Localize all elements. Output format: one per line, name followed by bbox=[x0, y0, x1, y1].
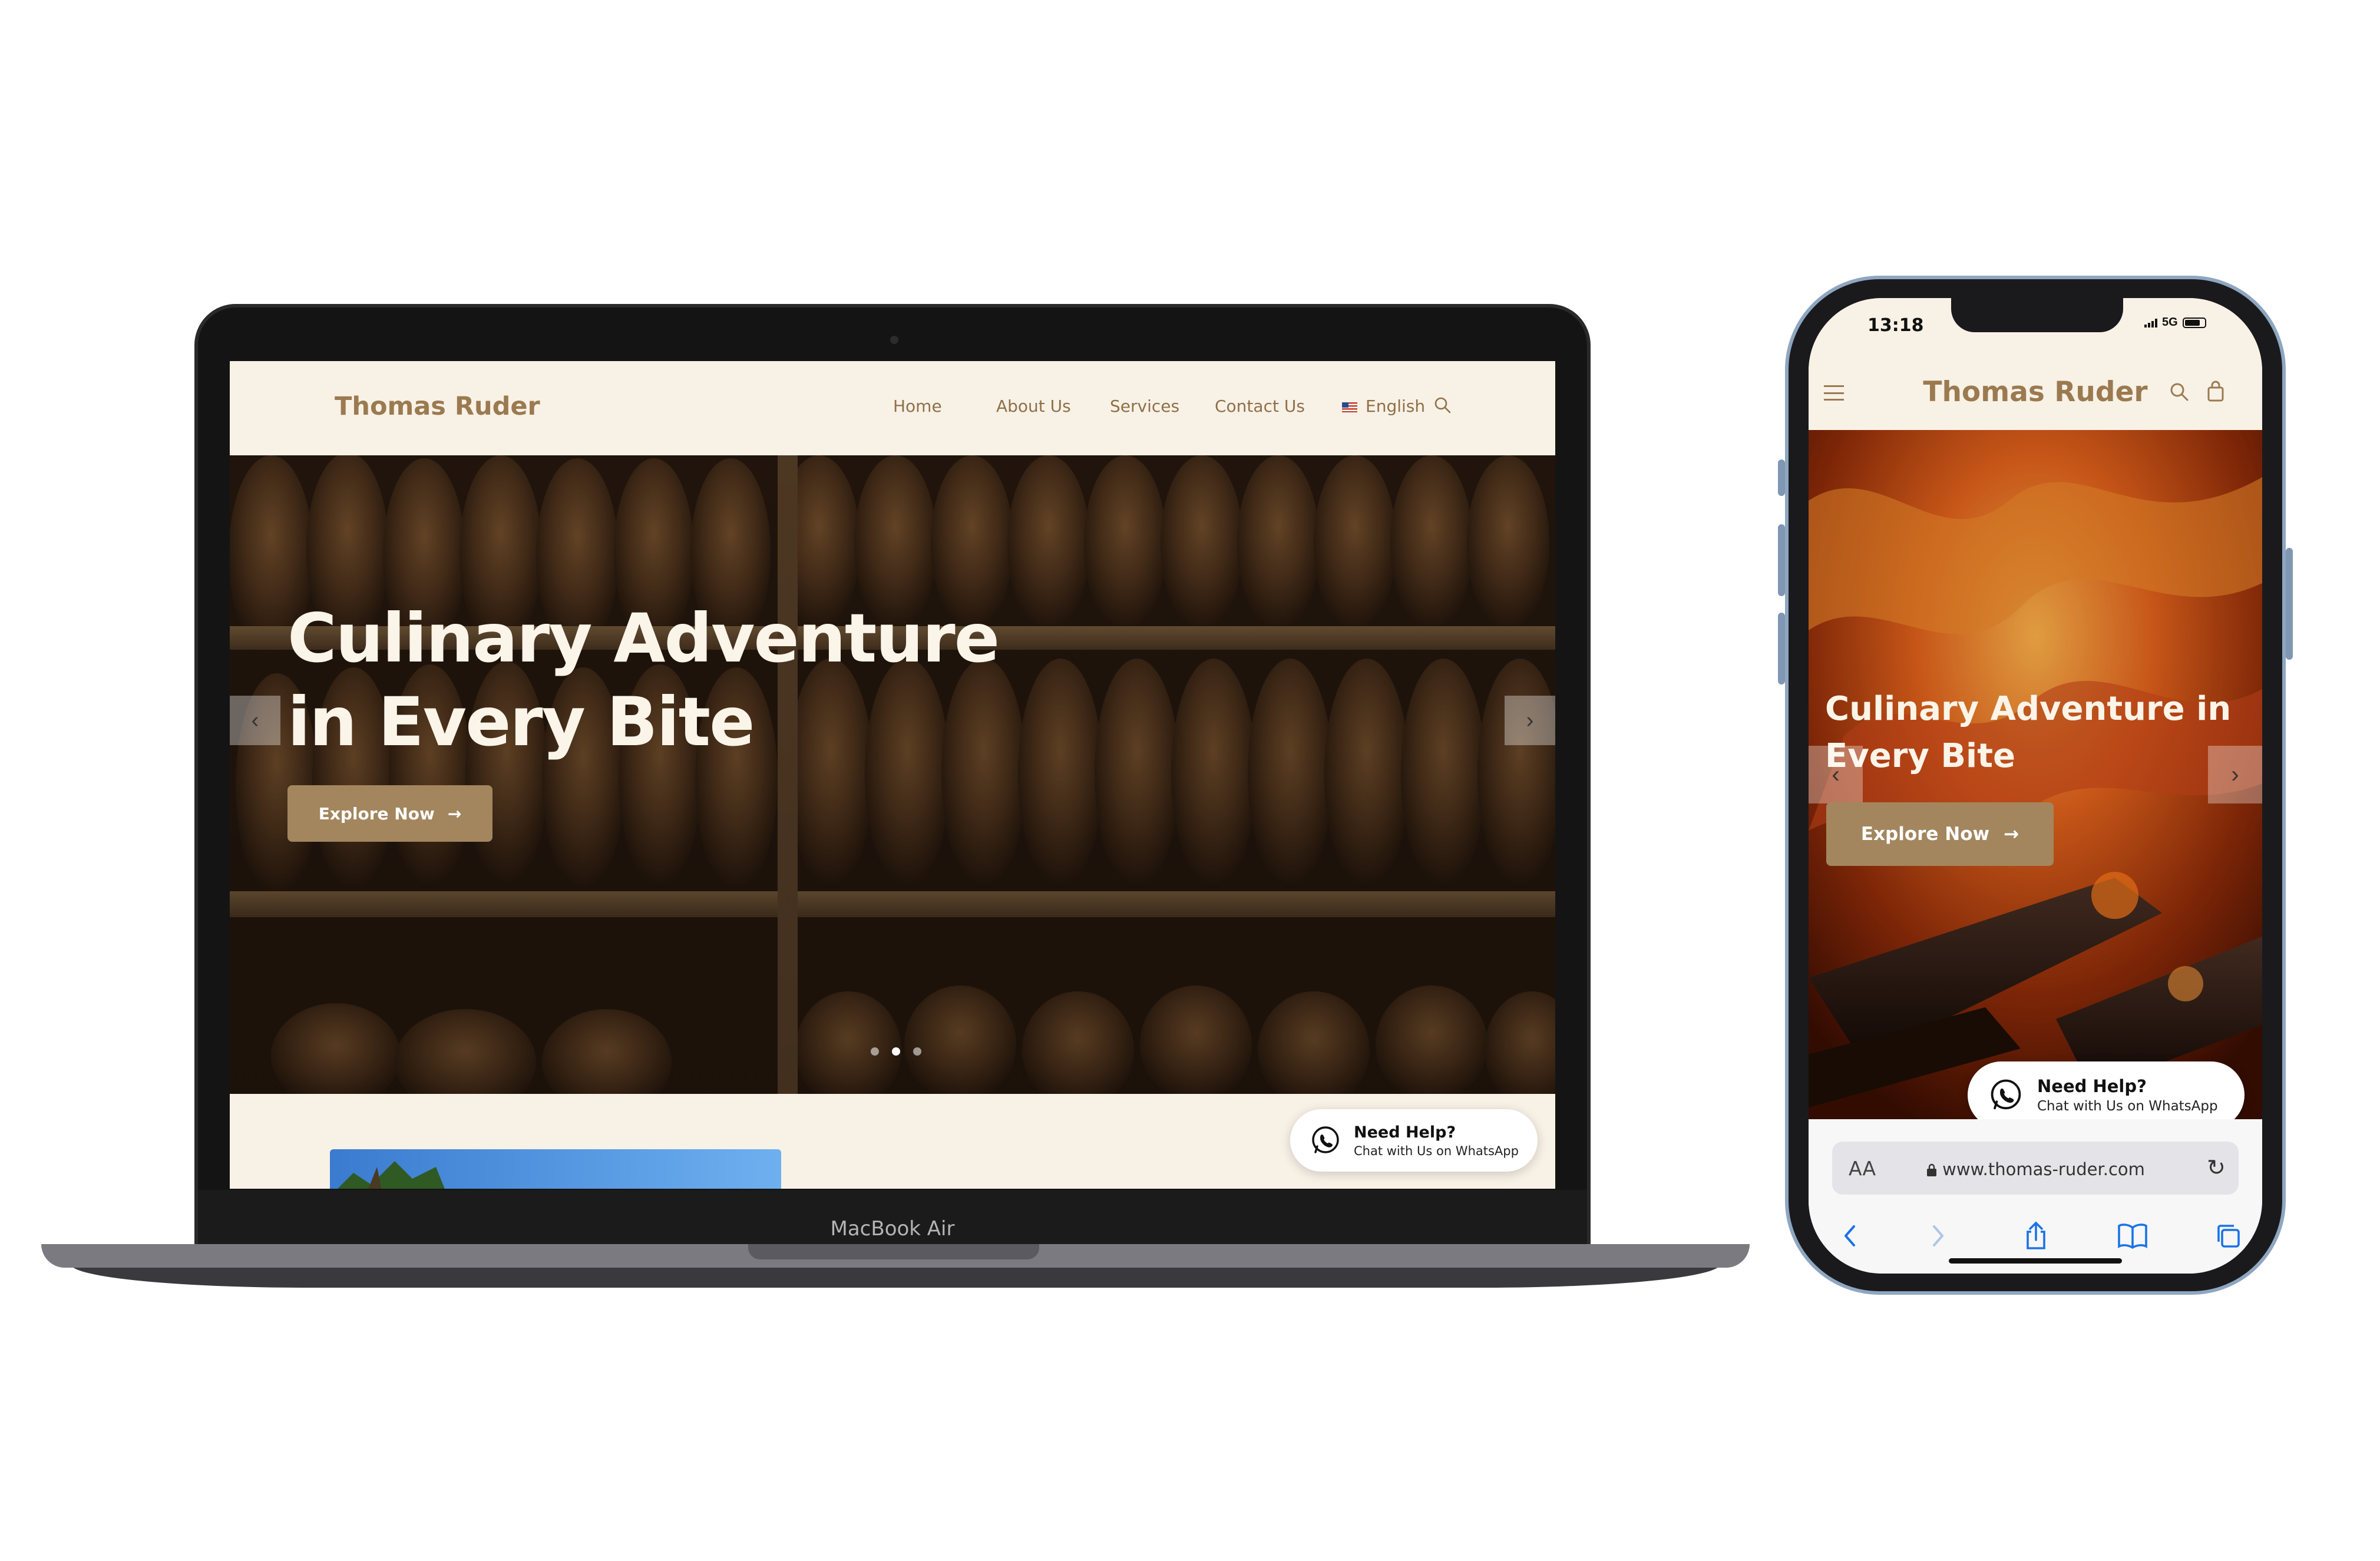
phone-mute-switch bbox=[1778, 459, 1785, 496]
laptop-camera bbox=[890, 336, 898, 344]
battery-icon bbox=[2182, 317, 2206, 328]
lock-icon bbox=[1927, 1163, 1937, 1176]
safari-bottom-toolbar bbox=[1809, 1218, 2262, 1254]
content-card-image bbox=[330, 1149, 781, 1189]
signal-icon bbox=[2144, 318, 2157, 328]
mobile-site-logo[interactable]: Thomas Ruder bbox=[1809, 376, 2262, 408]
reload-icon[interactable]: ↻ bbox=[2207, 1155, 2226, 1181]
laptop-base-shadow bbox=[71, 1264, 1720, 1288]
mobile-help-text: Need Help? Chat with Us on WhatsApp bbox=[2037, 1076, 2218, 1114]
whatsapp-help-widget[interactable]: Need Help? Chat with Us on WhatsApp bbox=[1290, 1109, 1538, 1172]
help-text: Need Help? Chat with Us on WhatsApp bbox=[1354, 1123, 1519, 1158]
url-display: www.thomas-ruder.com bbox=[1832, 1159, 2239, 1179]
whatsapp-icon bbox=[1312, 1126, 1339, 1153]
slider-dot-2[interactable] bbox=[892, 1047, 900, 1056]
chevron-right-icon: › bbox=[1526, 707, 1534, 733]
whatsapp-icon bbox=[1991, 1079, 2021, 1110]
hero-overlay bbox=[230, 455, 1555, 1094]
slider-dot-3[interactable] bbox=[913, 1047, 921, 1056]
laptop-screen: Thomas Ruder Home About Us Services Cont… bbox=[230, 361, 1555, 1189]
arrow-right-icon: → bbox=[2004, 824, 2019, 845]
network-label: 5G bbox=[2162, 316, 2178, 329]
laptop-model-label: MacBook Air bbox=[830, 1217, 955, 1241]
mobile-slider-prev-button[interactable]: ‹ bbox=[1809, 746, 1863, 803]
back-icon[interactable] bbox=[1832, 1218, 1867, 1254]
mobile-hero-title-line2: Every Bite bbox=[1825, 737, 2015, 775]
bookmarks-icon[interactable] bbox=[2115, 1218, 2150, 1254]
mobile-hero-title: Culinary Adventure in Every Bite bbox=[1825, 686, 2249, 780]
search-icon[interactable] bbox=[1434, 396, 1452, 414]
safari-toolbar: AA www.thomas-ruder.com ↻ bbox=[1809, 1119, 2262, 1274]
search-icon[interactable] bbox=[2169, 382, 2189, 402]
phone-volume-down bbox=[1778, 613, 1785, 684]
tabs-icon[interactable] bbox=[2210, 1218, 2246, 1254]
slider-next-button[interactable]: › bbox=[1505, 696, 1555, 745]
phone-screen: Thomas Ruder Culinary Adventure in Every… bbox=[1809, 298, 2262, 1274]
hero-title-line2: in Every Bite bbox=[287, 683, 755, 761]
status-indicators: 5G bbox=[2144, 316, 2206, 329]
mobile-help-title: Need Help? bbox=[2037, 1076, 2147, 1096]
slider-prev-button[interactable]: ‹ bbox=[230, 696, 280, 745]
mobile-help-subtitle: Chat with Us on WhatsApp bbox=[2037, 1099, 2218, 1114]
mobile-hero-title-line1: Culinary Adventure in bbox=[1825, 690, 2232, 728]
shopping-bag-icon[interactable] bbox=[2207, 381, 2224, 402]
nav-services[interactable]: Services bbox=[1110, 396, 1179, 416]
site-logo[interactable]: Thomas Ruder bbox=[335, 392, 540, 421]
nav-contact-us[interactable]: Contact Us bbox=[1215, 396, 1305, 416]
forward-icon[interactable] bbox=[1920, 1218, 1956, 1254]
phone-volume-up bbox=[1778, 524, 1785, 596]
mobile-slider-next-button[interactable]: › bbox=[2208, 746, 2262, 803]
help-subtitle: Chat with Us on WhatsApp bbox=[1354, 1143, 1519, 1158]
help-title: Need Help? bbox=[1354, 1123, 1456, 1142]
slider-dot-1[interactable] bbox=[871, 1047, 879, 1056]
language-selector[interactable]: English bbox=[1366, 396, 1425, 416]
mobile-explore-now-button[interactable]: Explore Now → bbox=[1826, 802, 2054, 866]
chevron-right-icon: › bbox=[2231, 761, 2239, 788]
hero-title-line1: Culinary Adventure bbox=[287, 599, 1000, 677]
hero-title: Culinary Adventure in Every Bite bbox=[287, 597, 1000, 764]
share-icon[interactable] bbox=[2018, 1218, 2054, 1254]
hero-slider: Culinary Adventure in Every Bite Explore… bbox=[230, 455, 1555, 1094]
home-indicator bbox=[1949, 1258, 2122, 1264]
url-text: www.thomas-ruder.com bbox=[1942, 1159, 2145, 1179]
status-time: 13:18 bbox=[1867, 315, 1924, 336]
arrow-right-icon: → bbox=[447, 803, 462, 824]
phone-power-button bbox=[2286, 548, 2293, 660]
nav-home[interactable]: Home bbox=[893, 396, 942, 416]
laptop-hinge-notch bbox=[748, 1244, 1039, 1259]
us-flag-icon bbox=[1342, 402, 1357, 412]
nav-about-us[interactable]: About Us bbox=[996, 396, 1071, 416]
chevron-left-icon: ‹ bbox=[251, 707, 259, 733]
safari-address-bar[interactable]: AA www.thomas-ruder.com ↻ bbox=[1832, 1142, 2239, 1195]
tree-branch-image bbox=[338, 1161, 445, 1189]
chevron-left-icon: ‹ bbox=[1832, 761, 1840, 788]
mobile-whatsapp-help-widget[interactable]: Need Help? Chat with Us on WhatsApp bbox=[1968, 1061, 2245, 1119]
site-header: Thomas Ruder Home About Us Services Cont… bbox=[230, 361, 1555, 455]
slider-dots bbox=[871, 1047, 921, 1056]
mobile-hero-slider: Culinary Adventure in Every Bite ‹ › Exp… bbox=[1809, 430, 2262, 1119]
mobile-explore-now-label: Explore Now bbox=[1860, 824, 1990, 845]
explore-now-button[interactable]: Explore Now → bbox=[287, 785, 492, 842]
explore-now-label: Explore Now bbox=[318, 803, 435, 824]
phone-notch bbox=[1951, 293, 2123, 332]
